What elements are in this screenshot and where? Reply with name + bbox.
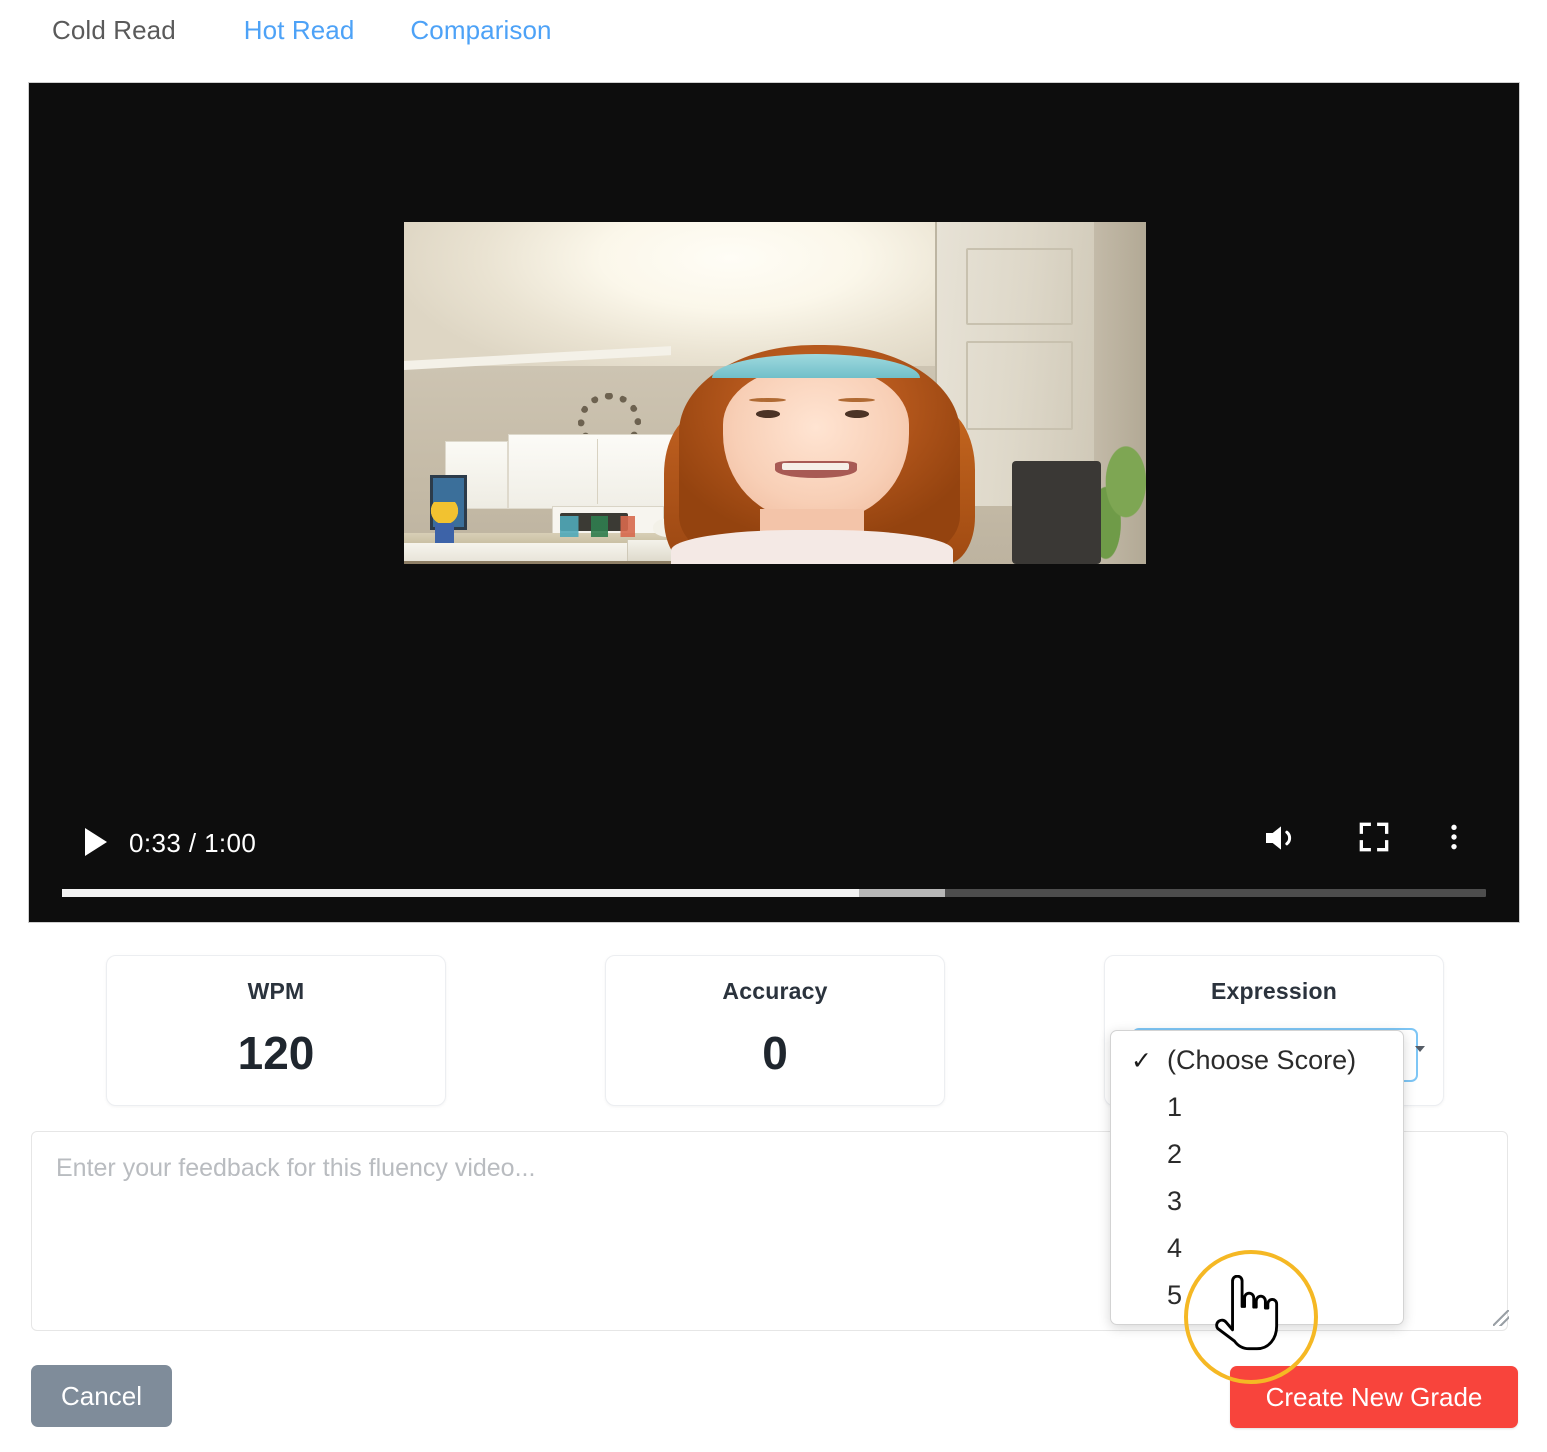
dropdown-option-label: 3 — [1137, 1186, 1182, 1217]
dropdown-option-5[interactable]: 5 — [1111, 1272, 1403, 1319]
video-still-image — [404, 222, 1146, 564]
scene-chair-right — [1012, 461, 1101, 564]
cancel-button[interactable]: Cancel — [31, 1365, 172, 1427]
student-teeth — [782, 463, 849, 471]
play-icon — [83, 827, 109, 857]
video-progress-bar[interactable] — [62, 889, 1486, 897]
more-vertical-icon — [1437, 843, 1471, 860]
video-progress-played — [62, 889, 859, 897]
scene-bottles — [560, 516, 664, 537]
metric-card-accuracy: Accuracy 0 — [605, 955, 945, 1106]
dropdown-option-2[interactable]: 2 — [1111, 1131, 1403, 1178]
volume-on-icon — [1261, 845, 1301, 862]
dropdown-option-label: 1 — [1137, 1092, 1182, 1123]
student-eye-left — [756, 410, 780, 418]
dropdown-option-label: 5 — [1137, 1280, 1182, 1311]
metric-label-expression: Expression — [1105, 978, 1443, 1005]
tab-comparison[interactable]: Comparison — [410, 15, 551, 46]
student-face — [723, 366, 909, 520]
more-options-button[interactable] — [1437, 818, 1471, 861]
dropdown-option-choose-score[interactable]: ✓ (Choose Score) — [1111, 1037, 1403, 1084]
scene-upper-cabinets — [508, 434, 686, 509]
video-frame — [404, 222, 1146, 564]
expression-dropdown-menu[interactable]: ✓ (Choose Score) 1 2 3 4 5 — [1110, 1030, 1404, 1325]
metric-value-accuracy: 0 — [606, 1026, 944, 1080]
dropdown-option-label: 2 — [1137, 1139, 1182, 1170]
dropdown-option-1[interactable]: 1 — [1111, 1084, 1403, 1131]
student-eye-right — [845, 410, 869, 418]
fullscreen-icon — [1355, 843, 1393, 860]
dropdown-option-3[interactable]: 3 — [1111, 1178, 1403, 1225]
fullscreen-button[interactable] — [1355, 818, 1393, 861]
metric-label-accuracy: Accuracy — [606, 978, 944, 1005]
video-controls: 0:33 / 1:00 — [29, 806, 1519, 922]
student-shirt — [671, 530, 953, 564]
time-display: 0:33 / 1:00 — [129, 828, 256, 859]
metric-card-wpm: WPM 120 — [106, 955, 446, 1106]
play-button[interactable] — [74, 820, 118, 864]
check-icon: ✓ — [1131, 1046, 1153, 1076]
tab-hot-read[interactable]: Hot Read — [244, 15, 355, 46]
metric-label-wpm: WPM — [107, 978, 445, 1005]
volume-button[interactable] — [1261, 818, 1301, 863]
tab-cold-read[interactable]: Cold Read — [52, 15, 176, 46]
metric-value-wpm: 120 — [107, 1026, 445, 1080]
tab-bar: Cold Read Hot Read Comparison — [0, 0, 1547, 60]
create-new-grade-button[interactable]: Create New Grade — [1230, 1366, 1518, 1428]
dropdown-option-4[interactable]: 4 — [1111, 1225, 1403, 1272]
dropdown-option-label: 4 — [1137, 1233, 1182, 1264]
dropdown-option-label: (Choose Score) — [1137, 1045, 1356, 1076]
video-player[interactable]: 0:33 / 1:00 — [29, 83, 1519, 922]
